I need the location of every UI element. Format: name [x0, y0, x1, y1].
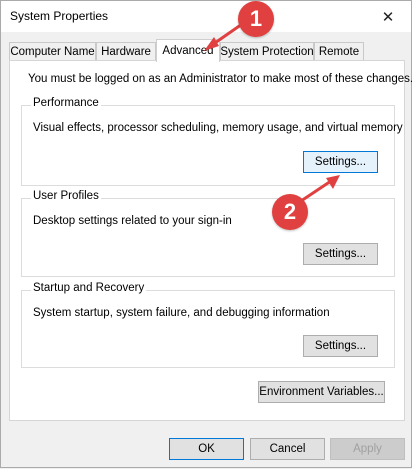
annotation-badge-2: 2 [272, 194, 308, 230]
system-properties-window: System Properties ✕ Computer Name Hardwa… [0, 0, 412, 468]
annotation-badge-1: 1 [238, 1, 274, 37]
annotation-arrow-2 [299, 175, 340, 203]
